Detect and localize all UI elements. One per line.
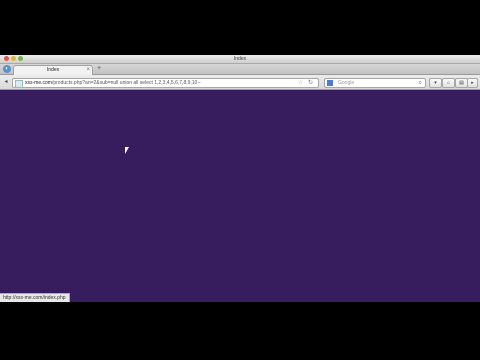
- tab-bar: ◐ Index × +: [0, 64, 480, 75]
- tab-label: Index: [46, 67, 60, 73]
- status-bar: http://xss-me.com/index.php: [0, 293, 70, 302]
- firefox-menu-icon[interactable]: ◐: [3, 65, 11, 73]
- mouse-pointer-icon: [125, 147, 129, 154]
- url-text: xss-me.com/products.php?an=2&sub=null un…: [25, 79, 201, 87]
- bookmark-star-icon[interactable]: ☆: [298, 79, 303, 87]
- downloads-icon[interactable]: ▾: [429, 78, 442, 88]
- new-tab-icon[interactable]: +: [94, 65, 104, 73]
- tab-index[interactable]: Index ×: [13, 65, 93, 75]
- url-bar[interactable]: xss-me.com/products.php?an=2&sub=null un…: [12, 78, 319, 88]
- title-bar: Index: [0, 55, 480, 64]
- site-identity-icon[interactable]: [15, 80, 23, 88]
- page-content: [0, 90, 480, 302]
- search-icon[interactable]: ⌕: [419, 79, 422, 87]
- back-arrow-icon[interactable]: ◂: [2, 78, 10, 86]
- navigation-bar: ◂ xss-me.com/products.php?an=2&sub=null …: [0, 75, 480, 90]
- google-search-engine-icon[interactable]: [327, 80, 333, 86]
- search-bar[interactable]: Google ⌕: [324, 78, 426, 88]
- tab-close-icon[interactable]: ×: [86, 66, 90, 74]
- addon-icon[interactable]: ▸: [467, 78, 478, 88]
- home-icon[interactable]: ⌂: [442, 78, 455, 88]
- window-title: Index: [233, 56, 247, 62]
- search-placeholder: Google: [338, 80, 355, 86]
- url-host: xss-me.com: [25, 80, 52, 86]
- reload-icon[interactable]: ↻: [308, 79, 313, 87]
- browser-window: Index ◐ Index × + ◂ xss-me.com/products.…: [0, 55, 480, 302]
- url-path: /products.php?an=2&sub=null union all se…: [51, 80, 201, 86]
